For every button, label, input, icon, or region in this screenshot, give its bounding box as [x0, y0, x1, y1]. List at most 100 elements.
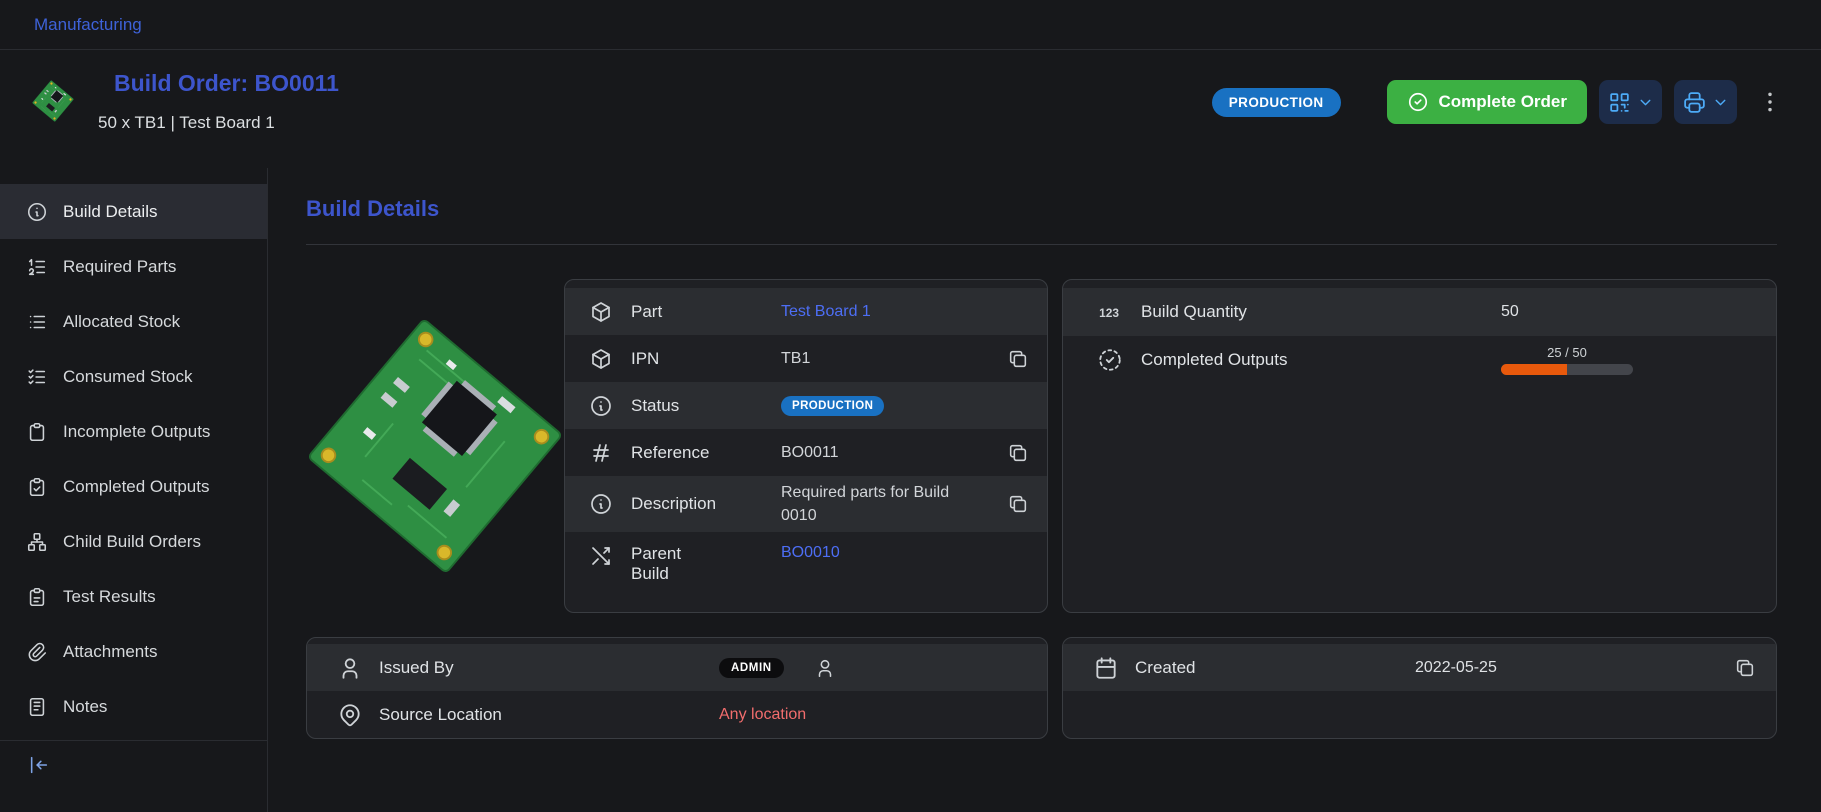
list-check-icon: [26, 366, 48, 388]
sidebar-item-label: Required Parts: [63, 257, 176, 277]
status-badge: PRODUCTION: [781, 396, 884, 416]
main-content: Build Details Part Test Board 1 IPN TB1: [268, 168, 1821, 812]
heading-divider: [306, 244, 1777, 245]
print-actions-button[interactable]: [1674, 80, 1737, 124]
part-image[interactable]: [306, 279, 564, 613]
overflow-menu-icon[interactable]: [1757, 89, 1783, 115]
section-heading: Build Details: [306, 196, 1777, 222]
svg-text:123: 123: [1099, 306, 1119, 320]
sidebar-item-incomplete-outputs[interactable]: Incomplete Outputs: [0, 404, 267, 459]
sidebar-footer: [0, 740, 267, 776]
page-subtitle: 50 x TB1 | Test Board 1: [98, 113, 339, 133]
table-row-ipn: IPN TB1: [565, 335, 1047, 382]
row-value: Required parts for Build 0010: [781, 481, 981, 527]
sidebar-item-build-details[interactable]: Build Details: [0, 184, 267, 239]
collapse-sidebar-icon[interactable]: [28, 754, 50, 776]
sidebar-item-required-parts[interactable]: Required Parts: [0, 239, 267, 294]
row-label: Build Quantity: [1141, 302, 1501, 322]
sidebar-item-consumed-stock[interactable]: Consumed Stock: [0, 349, 267, 404]
sitemap-icon: [26, 531, 48, 553]
row-label: Created: [1135, 658, 1415, 678]
completed-outputs-progress: 25 / 50: [1501, 345, 1633, 375]
copy-icon[interactable]: [1007, 442, 1029, 464]
sidebar: Build Details Required Parts Allocated S…: [0, 168, 268, 812]
arrows-cross-icon: [589, 544, 613, 568]
sidebar-item-label: Attachments: [63, 642, 158, 662]
sidebar-item-notes[interactable]: Notes: [0, 679, 267, 734]
created-value: 2022-05-25: [1415, 659, 1497, 677]
sidebar-item-test-results[interactable]: Test Results: [0, 569, 267, 624]
row-label: Description: [631, 494, 781, 514]
sidebar-item-label: Consumed Stock: [63, 367, 192, 387]
sidebar-item-allocated-stock[interactable]: Allocated Stock: [0, 294, 267, 349]
meta-row: Issued By ADMIN Source Location Any loca…: [306, 637, 1777, 739]
progress-label: 25 / 50: [1547, 345, 1587, 360]
build-quantity-card: 123 Build Quantity 50 Completed Outputs …: [1062, 279, 1777, 613]
qrcode-icon: [1607, 90, 1632, 115]
clipboard-check-icon: [26, 476, 48, 498]
info-circle-icon: [26, 201, 48, 223]
issued-by-badge: ADMIN: [719, 658, 784, 678]
breadcrumb: Manufacturing: [0, 0, 1821, 50]
page-header: Build Order: BO0011 50 x TB1 | Test Boar…: [0, 50, 1821, 168]
source-location-value: Any location: [719, 706, 806, 724]
part-link[interactable]: Test Board 1: [781, 303, 871, 321]
info-circle-icon: [589, 394, 613, 418]
map-pin-icon: [337, 702, 363, 728]
chevron-down-icon: [1712, 94, 1729, 111]
sidebar-item-completed-outputs[interactable]: Completed Outputs: [0, 459, 267, 514]
progress-bar: [1501, 364, 1633, 375]
row-label: IPN: [631, 349, 781, 369]
chevron-down-icon: [1637, 94, 1654, 111]
row-label: Source Location: [379, 705, 719, 725]
part-thumbnail-image: [26, 74, 80, 128]
row-label: Completed Outputs: [1141, 350, 1501, 370]
numbers-123-icon: 123: [1097, 299, 1123, 325]
copy-icon[interactable]: [1007, 348, 1029, 370]
progress-fill: [1501, 364, 1567, 375]
table-row-part: Part Test Board 1: [565, 288, 1047, 335]
copy-icon[interactable]: [1734, 657, 1756, 679]
table-row-completed-outputs: Completed Outputs 25 / 50: [1063, 336, 1776, 384]
parent-build-link[interactable]: BO0010: [781, 544, 840, 562]
calendar-icon: [1093, 655, 1119, 681]
sidebar-item-label: Incomplete Outputs: [63, 422, 210, 442]
copy-icon[interactable]: [1007, 493, 1029, 515]
box-icon: [589, 347, 613, 371]
row-value: BO0011: [781, 444, 839, 462]
box-icon: [589, 300, 613, 324]
complete-order-button[interactable]: Complete Order: [1387, 80, 1587, 124]
list-numbers-icon: [26, 256, 48, 278]
status-badge: PRODUCTION: [1212, 88, 1341, 117]
sidebar-item-label: Completed Outputs: [63, 477, 209, 497]
printer-icon: [1682, 90, 1707, 115]
notes-icon: [26, 696, 48, 718]
complete-order-label: Complete Order: [1439, 92, 1567, 112]
row-label: Status: [631, 396, 781, 416]
row-label: Issued By: [379, 658, 719, 678]
sidebar-item-label: Notes: [63, 697, 107, 717]
row-label: Parent Build: [631, 544, 701, 584]
sidebar-item-attachments[interactable]: Attachments: [0, 624, 267, 679]
details-row: Part Test Board 1 IPN TB1 Status PRODUCT…: [306, 279, 1777, 613]
header-actions: PRODUCTION Complete Order: [1212, 80, 1783, 124]
sidebar-item-label: Test Results: [63, 587, 156, 607]
info-circle-icon: [589, 492, 613, 516]
sidebar-item-label: Allocated Stock: [63, 312, 180, 332]
row-value: 50: [1501, 303, 1519, 321]
breadcrumb-link-manufacturing[interactable]: Manufacturing: [34, 15, 142, 35]
page-title: Build Order: BO0011: [114, 70, 339, 97]
created-card: Created 2022-05-25: [1062, 637, 1777, 739]
title-block: Build Order: BO0011 50 x TB1 | Test Boar…: [114, 70, 339, 133]
sidebar-item-child-build-orders[interactable]: Child Build Orders: [0, 514, 267, 569]
clipboard-icon: [26, 421, 48, 443]
circle-check-icon: [1407, 91, 1429, 113]
barcode-actions-button[interactable]: [1599, 80, 1662, 124]
row-label: Reference: [631, 443, 781, 463]
user-icon: [337, 655, 363, 681]
table-row-description: Description Required parts for Build 001…: [565, 476, 1047, 532]
test-report-icon: [26, 586, 48, 608]
sidebar-item-label: Build Details: [63, 202, 158, 222]
table-row-created: Created 2022-05-25: [1063, 644, 1776, 691]
issued-card: Issued By ADMIN Source Location Any loca…: [306, 637, 1048, 739]
